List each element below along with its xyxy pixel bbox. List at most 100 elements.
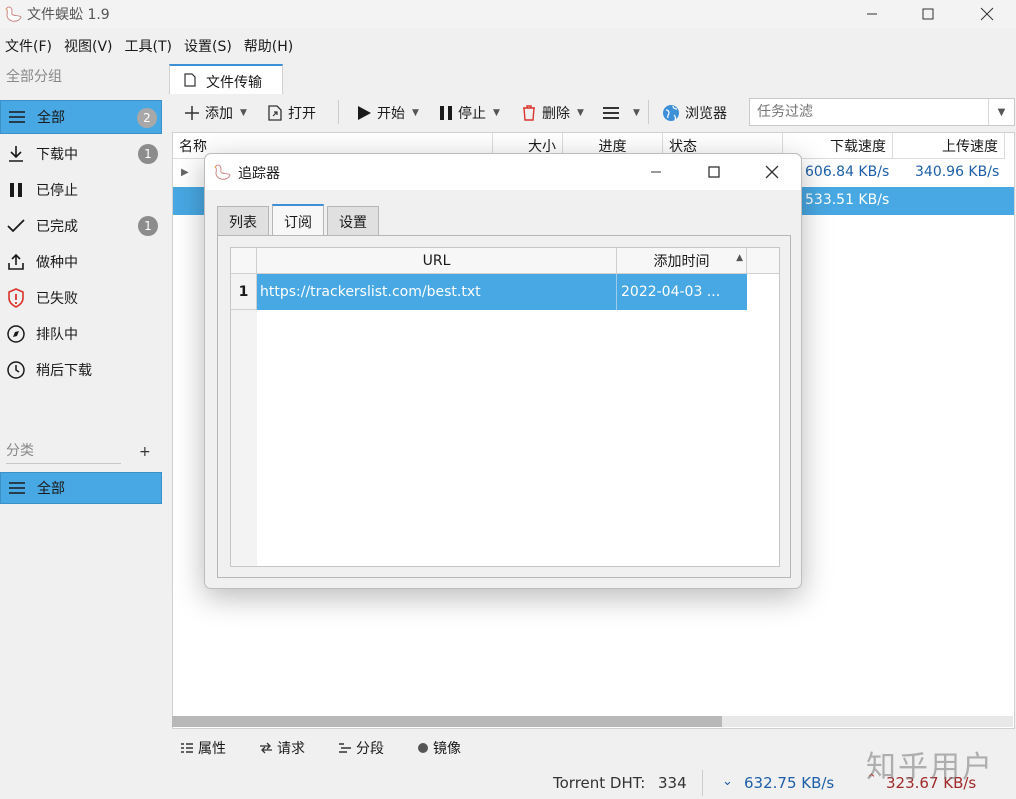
dialog-maximize-button[interactable] [687, 158, 741, 186]
chevron-down-icon[interactable]: ▼ [988, 99, 1014, 125]
sidebar-item-label: 全部 [37, 110, 65, 126]
tab-requests[interactable]: 请求 [249, 733, 305, 763]
globe-icon [663, 105, 679, 121]
horizontal-scrollbar[interactable] [172, 716, 1013, 727]
add-button[interactable]: 添加 ▼ [184, 94, 247, 132]
shield-alert-icon [0, 288, 32, 308]
delete-button[interactable]: 删除 ▼ [521, 94, 584, 132]
category-item-label: 全部 [37, 481, 65, 497]
subscription-panel: URL 添加时间 ▲ 1 https://trackerslist.com/be… [217, 235, 791, 578]
sidebar-item-stopped[interactable]: 已停止 [0, 173, 162, 207]
download-speed-cell: 533.51 KB/s [805, 192, 890, 208]
pause-icon [0, 182, 32, 198]
upload-icon [0, 253, 32, 271]
task-filter[interactable]: ▼ [749, 98, 1015, 126]
tab-file-transfer[interactable]: 文件传输 [169, 64, 283, 94]
tab-segments[interactable]: 分段 [328, 733, 384, 763]
column-header-url[interactable]: URL [257, 248, 617, 274]
tab-label: 属性 [198, 741, 226, 757]
delete-label: 删除 [542, 106, 570, 122]
chevron-down-icon: ▼ [493, 108, 500, 118]
row-header-column [231, 310, 257, 566]
dialog-tab-list[interactable]: 列表 [217, 206, 269, 236]
watermark: 知乎用户 [866, 750, 994, 785]
group-header: 全部分组 [6, 69, 62, 85]
start-button[interactable]: 开始 ▼ [356, 94, 419, 132]
column-header-label: 添加时间 [653, 253, 710, 270]
dialog-tab-subscribe[interactable]: 订阅 [272, 204, 324, 237]
menu-view[interactable]: 视图(V) [59, 32, 120, 58]
window-title: 文件蜈蚣 1.9 [27, 7, 110, 23]
sidebar-item-label: 稍后下载 [36, 363, 92, 379]
category-header: 分类 [6, 443, 34, 459]
table-row[interactable]: https://trackerslist.com/best.txt 2022-0… [257, 274, 747, 310]
sidebar-item-label: 已完成 [36, 219, 78, 235]
open-file-icon [268, 105, 282, 121]
menu-file[interactable]: 文件(F) [0, 32, 59, 58]
menu-help[interactable]: 帮助(H) [239, 32, 300, 58]
close-icon [980, 7, 994, 21]
add-label: 添加 [205, 106, 233, 122]
menu-bar: 文件(F) 视图(V) 工具(T) 设置(S) 帮助(H) [0, 32, 300, 58]
added-time-cell: 2022-04-03 ... [621, 284, 721, 300]
sidebar-item-queued[interactable]: 排队中 [0, 317, 162, 351]
sidebar-item-seeding[interactable]: 做种中 [0, 245, 162, 279]
menu-settings[interactable]: 设置(S) [179, 32, 239, 58]
dialog-close-button[interactable] [745, 158, 799, 186]
category-divider [6, 463, 121, 464]
status-bar: Torrent DHT: 334 ⌄ 632.75 KB/s ⌃ 323.67 … [0, 768, 1016, 799]
sidebar-item-label: 排队中 [36, 327, 78, 343]
scrollbar-thumb[interactable] [172, 716, 722, 727]
expand-arrow-icon[interactable]: ▶ [181, 167, 189, 178]
sidebar-item-downloading[interactable]: 下载中 1 [0, 137, 162, 171]
close-button[interactable] [958, 0, 1016, 28]
plus-icon [185, 106, 199, 120]
dialog-title: 追踪器 [238, 166, 280, 182]
task-filter-input[interactable] [750, 99, 980, 125]
compass-icon [0, 325, 32, 343]
toolbar-divider [648, 100, 649, 124]
minimize-button[interactable] [843, 0, 901, 28]
row-number[interactable]: 1 [231, 274, 257, 310]
title-bar: 文件蜈蚣 1.9 [0, 0, 1016, 28]
minimize-icon [651, 171, 661, 173]
maximize-icon [708, 166, 720, 178]
toolbar-divider [338, 100, 339, 124]
sidebar-item-later[interactable]: 稍后下载 [0, 353, 162, 387]
check-icon [0, 219, 32, 233]
tab-label: 请求 [277, 741, 305, 757]
column-header-added-time[interactable]: 添加时间 ▲ [617, 248, 747, 274]
tab-properties[interactable]: 属性 [170, 733, 226, 763]
status-divider [702, 770, 703, 796]
open-button[interactable]: 打开 [267, 94, 316, 132]
category-item-all[interactable]: 全部 [0, 472, 162, 504]
dialog-tab-settings[interactable]: 设置 [327, 206, 379, 236]
more-menu-button[interactable]: ▼ [602, 94, 640, 132]
tracker-dialog: 追踪器 列表 订阅 设置 URL 添加时间 ▲ 1 https://tracke… [204, 153, 802, 589]
column-header-upload-speed[interactable]: 上传速度 [893, 133, 1005, 159]
sidebar-item-failed[interactable]: 已失败 [0, 281, 162, 315]
menu-icon [603, 107, 619, 119]
menu-tools[interactable]: 工具(T) [120, 32, 179, 58]
maximize-button[interactable] [899, 0, 957, 28]
corner-header[interactable] [231, 248, 257, 274]
sidebar-item-label: 已失败 [36, 291, 78, 307]
download-speed-cell: 606.84 KB/s [805, 164, 890, 180]
stop-button[interactable]: 停止 ▼ [439, 94, 500, 132]
stop-label: 停止 [458, 106, 486, 122]
tab-mirrors[interactable]: 镜像 [407, 733, 461, 763]
sidebar-item-label: 已停止 [36, 183, 78, 199]
dialog-minimize-button[interactable] [629, 158, 683, 186]
file-icon [184, 73, 196, 87]
dht-label: Torrent DHT: [553, 774, 646, 792]
count-badge: 1 [138, 144, 158, 164]
minimize-icon [867, 13, 877, 15]
list-icon [1, 110, 33, 124]
add-category-button[interactable]: + [139, 444, 151, 460]
header-filler [747, 248, 779, 274]
browser-button[interactable]: 浏览器 [662, 94, 727, 132]
maximize-icon [922, 8, 934, 20]
url-cell: https://trackerslist.com/best.txt [260, 284, 481, 300]
sidebar-item-all[interactable]: 全部 2 [0, 100, 162, 134]
sidebar-item-completed[interactable]: 已完成 1 [0, 209, 162, 243]
